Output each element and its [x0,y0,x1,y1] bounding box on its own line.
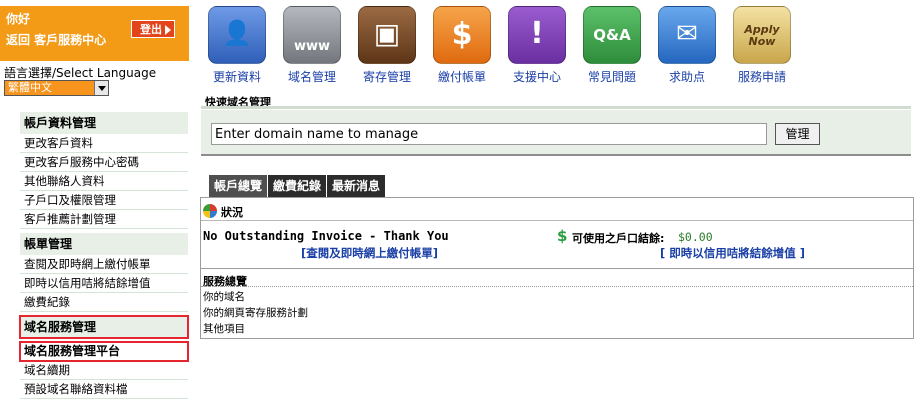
services-overview-panel: 服務總覽 你的域名 你的網頁寄存服務計劃 其他項目 [200,268,914,339]
available-credit-value: $0.00 [678,230,713,244]
tab-latest-news[interactable]: 最新消息 [327,175,386,197]
services-row-other: 其他項目 [203,323,245,335]
help-mail-icon[interactable]: ✉ [658,6,716,64]
services-row-domains: 你的域名 [203,291,245,303]
available-credit-label: 可使用之戶口結餘: [572,232,665,245]
services-row-hosting: 你的網頁寄存服務計劃 [203,307,308,319]
apply-now-icon[interactable]: Apply Now [733,6,791,64]
dollar-bill-icon[interactable]: $ [433,6,491,64]
toolbar-item-update-profile[interactable]: 👤 更新資料 [200,6,274,85]
sidebar-item-update-profile[interactable]: 更改客戶資料 [20,134,188,153]
sidebar-section-account: 帳戶資料管理 [20,112,188,134]
toolbar-item-support[interactable]: ! 支援中心 [500,6,574,85]
sidebar-item-topup-credit[interactable]: 即時以信用咭將結餘增值 [20,274,188,293]
view-pay-invoices-link[interactable]: [查閱及即時網上繳付帳單] [301,245,438,261]
toolbar-item-pay-bill[interactable]: $ 繳付帳單 [425,6,499,85]
toolbar-item-help[interactable]: ✉ 求助点 [650,6,724,85]
toolbar-item-apply[interactable]: Apply Now 服務申請 [725,6,799,85]
status-chart-icon [203,204,217,218]
globe-www-icon[interactable]: www [283,6,341,64]
status-title: 狀況 [221,206,243,219]
topup-credit-link[interactable]: [ 即時以信用咭將結餘增值 ] [660,245,805,261]
quick-icon-bar: 👤 更新資料 www 域名管理 ▣ 寄存管理 $ 繳付帳單 ! 支援中心 Q&A… [200,6,800,86]
quick-domain-box: 管理 [201,110,911,156]
domain-search-input[interactable] [211,123,767,145]
language-select[interactable]: 繁體中文 [4,80,109,96]
toolbar-item-faq[interactable]: Q&A 常見問題 [575,6,649,85]
no-invoice-message: No Outstanding Invoice - Thank You [203,229,449,243]
sidebar-item-sub-accounts[interactable]: 子戶口及權限管理 [20,191,188,210]
contacts-book-icon[interactable]: 👤 [208,6,266,64]
sidebar-item-referral[interactable]: 客戶推薦計劃管理 [20,210,188,229]
exclamation-icon[interactable]: ! [508,6,566,64]
sidebar-item-pay-invoices[interactable]: 查閱及即時網上繳付帳單 [20,255,188,274]
overview-tabs: 帳戶總覽 繳費紀錄 最新消息 [209,175,386,197]
manage-button[interactable]: 管理 [775,123,820,145]
server-box-icon[interactable]: ▣ [358,6,416,64]
sidebar-item-change-password[interactable]: 更改客戶服務中心密碼 [20,153,188,172]
sidebar-menu: 帳戶資料管理 更改客戶資料 更改客戶服務中心密碼 其他聯絡人資料 子戶口及權限管… [19,112,189,399]
tab-account-overview[interactable]: 帳戶總覽 [209,175,268,197]
status-panel: 狀況 No Outstanding Invoice - Thank You [查… [200,197,914,268]
sidebar-item-other-contacts[interactable]: 其他聯絡人資料 [20,172,188,191]
tab-payment-history[interactable]: 繳費紀錄 [268,175,327,197]
sidebar-item-payment-history[interactable]: 繳費紀錄 [20,293,188,312]
sidebar-section-domain: 域名服務管理 [19,315,189,339]
toolbar-item-hosting[interactable]: ▣ 寄存管理 [350,6,424,85]
logout-button[interactable]: 登出 [131,20,175,38]
sidebar-item-domain-renewal[interactable]: 域名續期 [20,361,188,380]
toolbar-item-domain[interactable]: www 域名管理 [275,6,349,85]
qa-bubble-icon[interactable]: Q&A [583,6,641,64]
back-to-client-area-link[interactable]: 返回 客戶服務中心 [6,31,106,48]
chevron-down-icon[interactable] [94,81,108,95]
sidebar-section-billing: 帳單管理 [20,233,188,255]
dollar-icon: $ [557,227,568,245]
arrow-right-icon [165,25,171,35]
sidebar-item-domain-panel[interactable]: 域名服務管理平台 [19,341,189,362]
sidebar-item-domain-contact-profile[interactable]: 預設域名聯絡資料檔 [20,380,188,399]
language-label: 語言選擇/Select Language [4,66,157,80]
